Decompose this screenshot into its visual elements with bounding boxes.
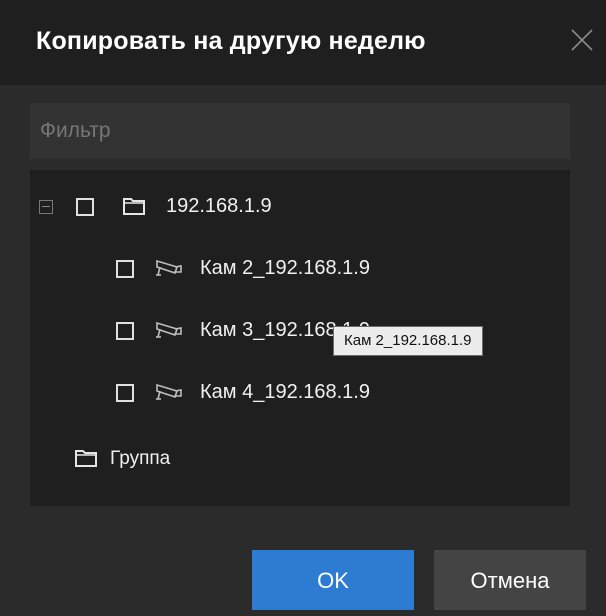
tree-node-label: Группа [110, 448, 171, 469]
camera-checkbox[interactable] [116, 322, 134, 340]
copy-to-week-dialog: Копировать на другую неделю 192.168.1.9 [0, 0, 606, 616]
folder-icon [123, 198, 145, 215]
cancel-button[interactable]: Отмена [434, 550, 586, 610]
tree-node-camera[interactable]: Кам 4_192.168.1.9 [30, 378, 570, 408]
tree-node-camera[interactable]: Кам 3_192.168.1.9 [30, 316, 570, 346]
camera-icon [156, 321, 182, 338]
tree-node-root[interactable]: 192.168.1.9 [30, 192, 570, 222]
camera-checkbox[interactable] [116, 384, 134, 402]
close-icon [571, 29, 593, 51]
camera-checkbox[interactable] [116, 260, 134, 278]
tooltip: Кам 2_192.168.1.9 [333, 326, 483, 356]
folder-icon [75, 450, 97, 467]
device-tree: 192.168.1.9 Кам 2_192.168.1.9 Кам 3_192.… [30, 170, 570, 506]
tree-node-camera[interactable]: Кам 2_192.168.1.9 [30, 254, 570, 284]
filter-input[interactable] [30, 103, 570, 159]
collapse-toggle[interactable] [39, 200, 53, 214]
ok-button[interactable]: OK [252, 550, 414, 610]
title-bar: Копировать на другую неделю [0, 0, 606, 85]
dialog-title: Копировать на другую неделю [36, 27, 426, 55]
camera-icon [156, 259, 182, 276]
root-checkbox[interactable] [76, 198, 94, 216]
tree-node-label: Кам 2_192.168.1.9 [200, 257, 370, 279]
tree-node-label: 192.168.1.9 [166, 195, 272, 217]
tree-node-label: Кам 4_192.168.1.9 [200, 381, 370, 403]
camera-icon [156, 383, 182, 400]
close-button[interactable] [556, 14, 606, 70]
tree-node-group[interactable]: Группа [30, 444, 570, 474]
